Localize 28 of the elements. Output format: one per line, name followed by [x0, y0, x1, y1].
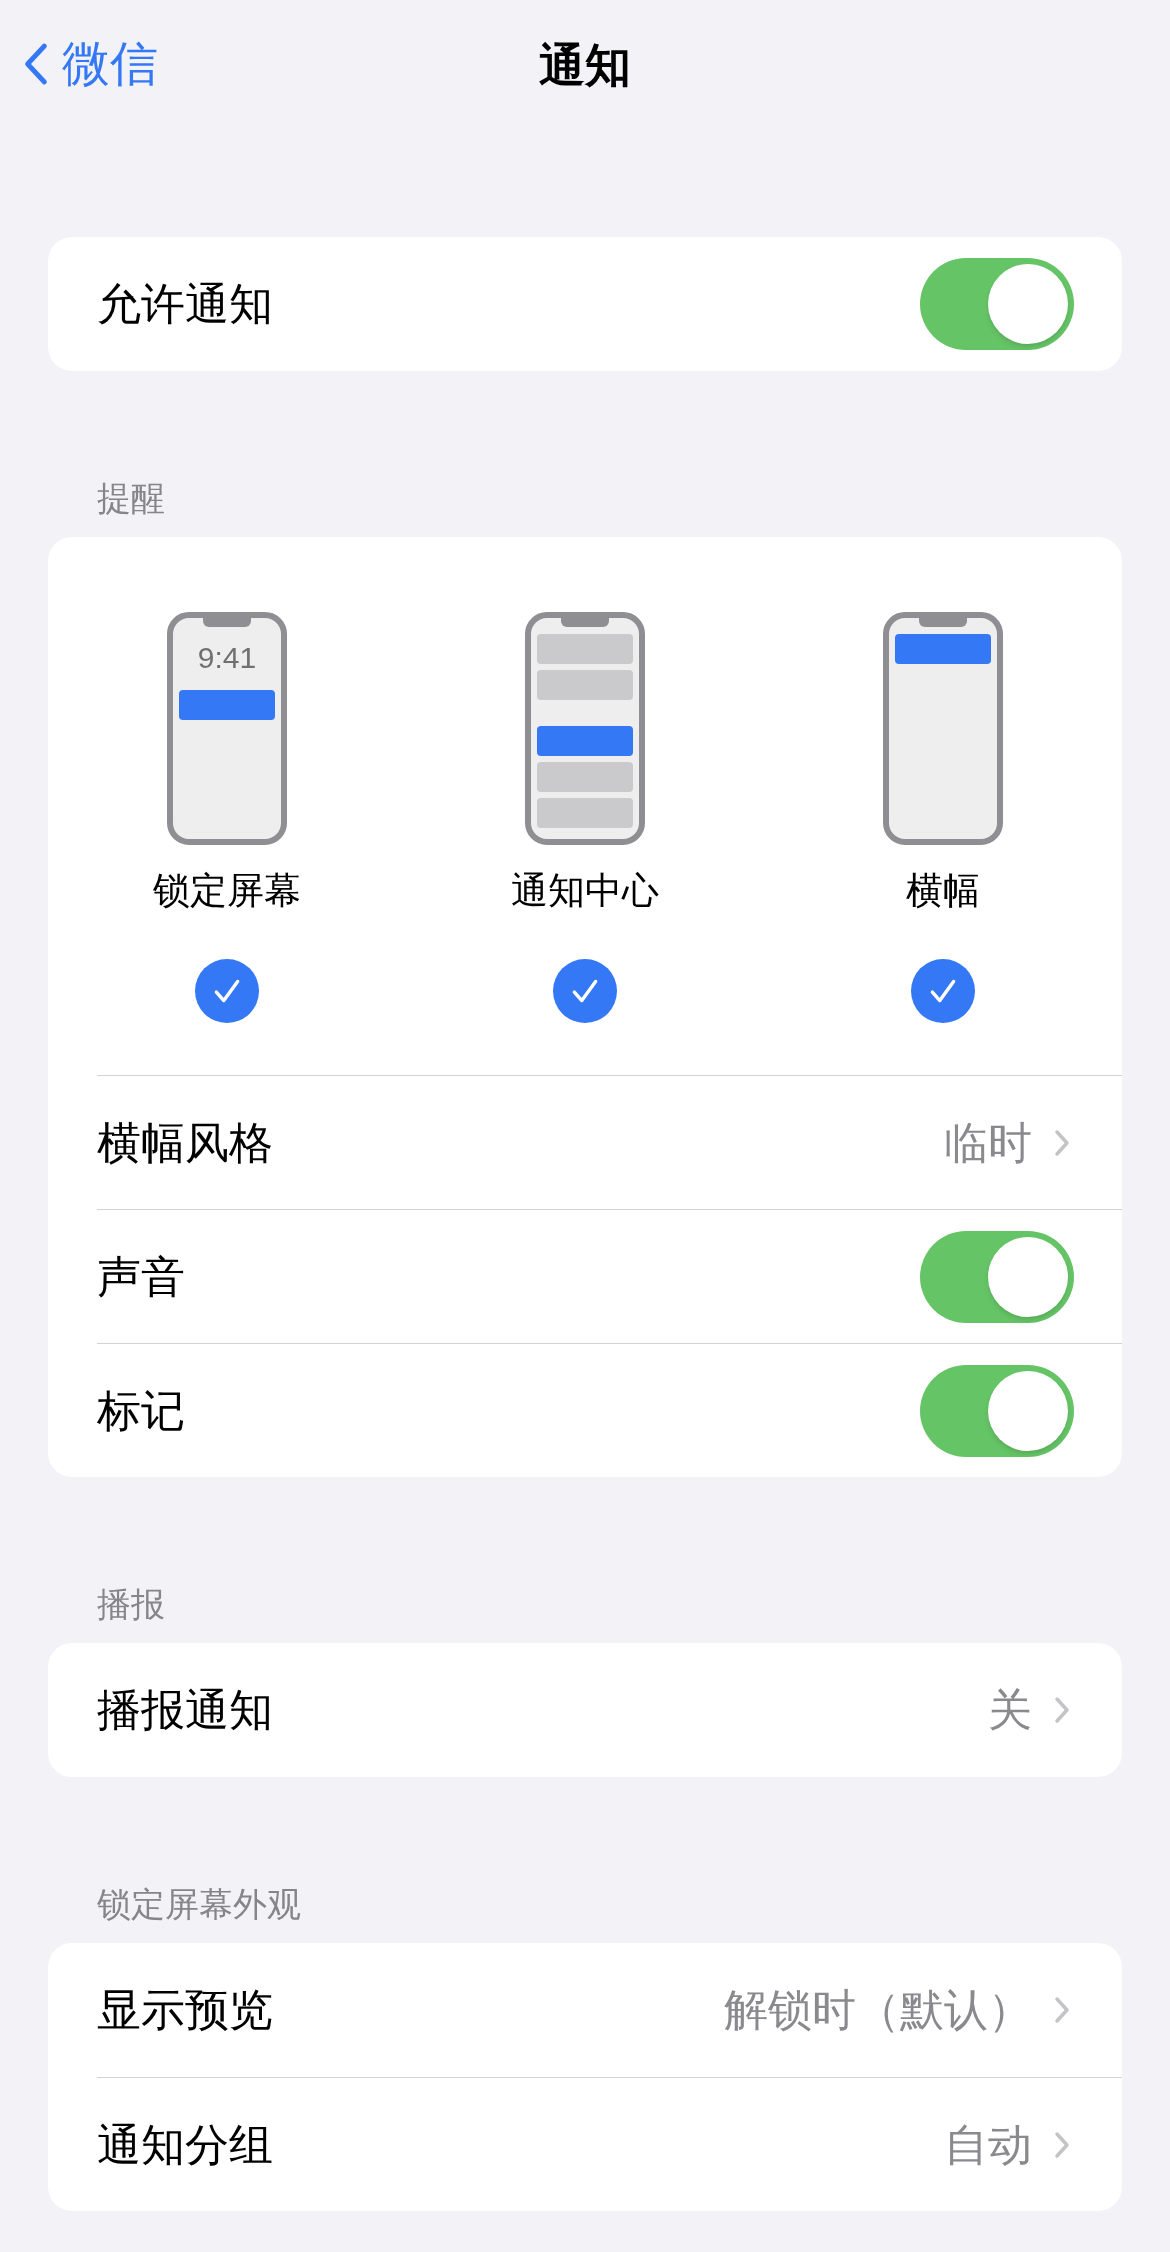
section-header: 播报 — [97, 1583, 165, 1625]
row-value: 临时 — [944, 1116, 1032, 1169]
chevron-right-icon — [1054, 1996, 1070, 2024]
phone-notch — [919, 617, 967, 627]
alert-style-label: 横幅 — [906, 869, 980, 913]
back-button[interactable]: 微信 — [24, 34, 158, 94]
row-label: 通知分组 — [97, 2118, 273, 2171]
row-label: 允许通知 — [97, 278, 273, 330]
row-label: 标记 — [97, 1384, 185, 1437]
row-value: 自动 — [944, 2118, 1032, 2171]
phone-notch — [203, 617, 251, 627]
phone-notch — [561, 617, 609, 627]
chevron-right-icon — [1054, 1128, 1070, 1157]
row-value: 关 — [988, 1684, 1032, 1736]
section-header: 锁定屏幕外观 — [97, 1883, 301, 1925]
back-chevron-icon — [24, 42, 48, 86]
row-label: 显示预览 — [97, 1984, 273, 2036]
chevron-right-icon — [1054, 2130, 1070, 2159]
row-label: 横幅风格 — [97, 1116, 273, 1169]
chevron-right-icon — [1054, 1696, 1070, 1724]
row-label: 声音 — [97, 1250, 185, 1303]
alert-style-label: 锁定屏幕 — [153, 869, 301, 913]
page-title: 通知 — [539, 37, 631, 93]
row-label: 播报通知 — [97, 1684, 273, 1736]
clock-time: 9:41 — [197, 640, 257, 676]
alert-style-label: 通知中心 — [511, 869, 659, 913]
row-value: 解锁时（默认） — [724, 1984, 1032, 2036]
section-header: 提醒 — [97, 477, 165, 519]
